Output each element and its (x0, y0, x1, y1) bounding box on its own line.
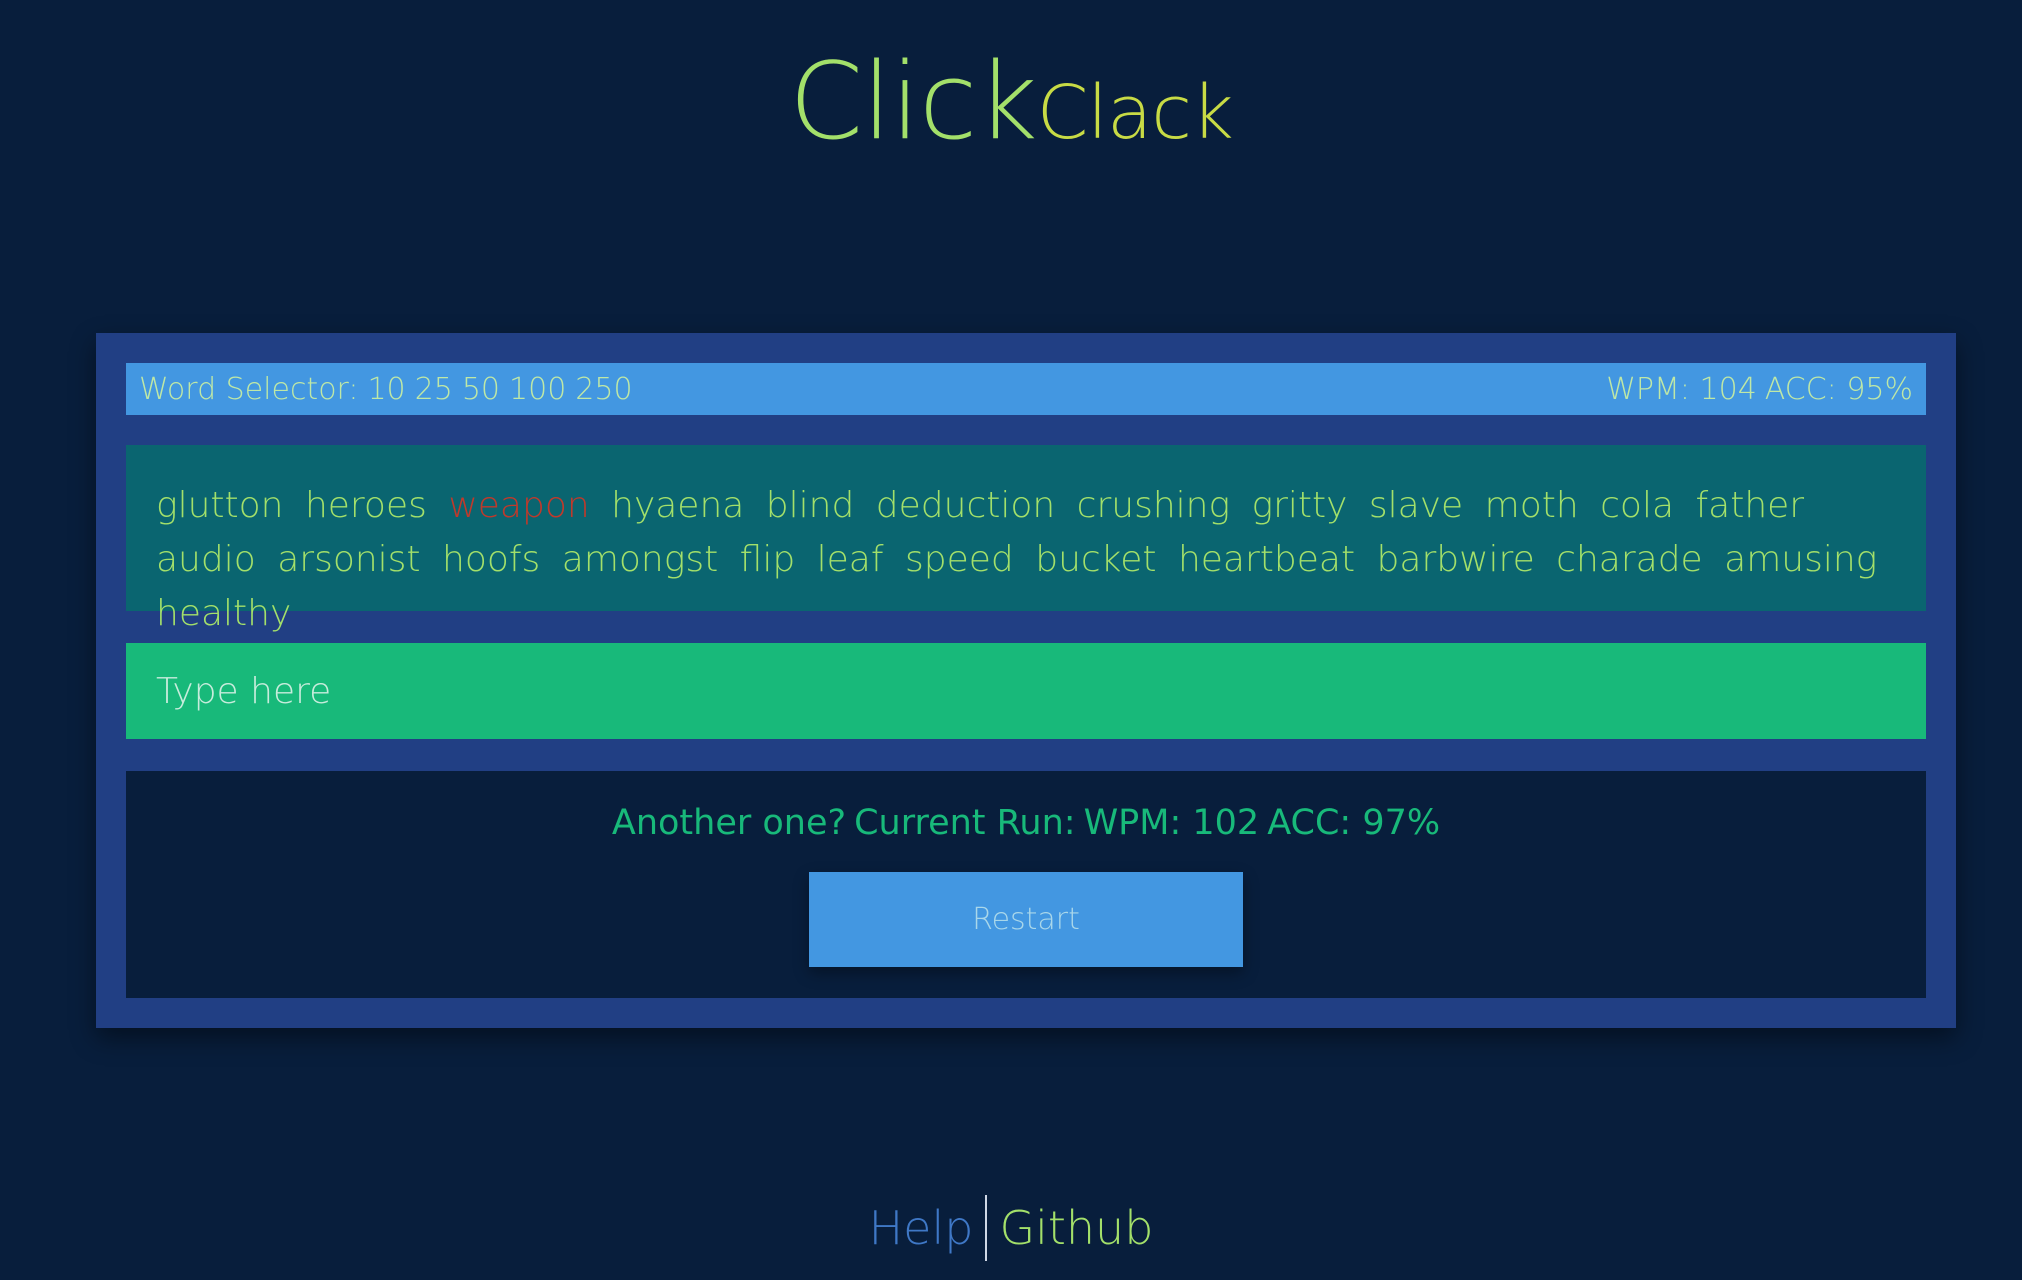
word: crushing (1076, 485, 1231, 526)
help-link[interactable]: Help (869, 1201, 986, 1255)
overall-acc: ACC: 95% (1764, 371, 1913, 407)
current-run-label: Current Run: (854, 803, 1076, 843)
word: cola (1600, 485, 1675, 526)
word-option-25[interactable]: 25 (415, 372, 453, 407)
word: glutton (156, 485, 284, 526)
top-bar: Word Selector: 10 25 50 100 250 WPM: 104… (126, 363, 1926, 415)
word: leaf (816, 539, 884, 580)
word: slave (1368, 485, 1464, 526)
word: father (1695, 485, 1805, 526)
word: bucket (1035, 539, 1157, 580)
word-option-10[interactable]: 10 (367, 372, 405, 407)
word-selector: Word Selector: 10 25 50 100 250 (139, 372, 633, 407)
word: deduction (875, 485, 1056, 526)
word-display: glutton heroes weapon hyaena blind deduc… (126, 445, 1926, 634)
result-box: Another one? Current Run: WPM: 102 ACC: 97%… (126, 771, 1926, 998)
word: gritty (1251, 485, 1348, 526)
logo-clack: Clack (1036, 70, 1234, 156)
word: amongst (561, 539, 719, 580)
word: speed (905, 539, 1014, 580)
page: ClickClack Word Selector: 10 25 50 100 2… (0, 0, 2022, 1280)
word: heroes (304, 485, 427, 526)
app-logo: ClickClack (0, 40, 2022, 163)
word: healthy (156, 593, 292, 634)
current-run-acc: ACC: 97% (1267, 803, 1441, 843)
word: heartbeat (1177, 539, 1356, 580)
restart-button[interactable]: Restart (809, 872, 1243, 967)
word-error: weapon (448, 485, 590, 526)
word-option-100[interactable]: 100 (509, 372, 566, 407)
word: amusing (1724, 539, 1878, 580)
word: hoofs (442, 539, 541, 580)
word: moth (1484, 485, 1579, 526)
overall-stats: WPM: 104 ACC: 95% (1598, 372, 1913, 407)
word: barbwire (1376, 539, 1535, 580)
word-selector-label: Word Selector: (139, 371, 359, 407)
word: charade (1556, 539, 1703, 580)
github-link[interactable]: Github (987, 1201, 1153, 1255)
another-one-prompt: Another one? (611, 803, 847, 843)
word-option-250[interactable]: 250 (575, 372, 632, 407)
word: blind (765, 485, 855, 526)
typing-panel: Word Selector: 10 25 50 100 250 WPM: 104… (96, 333, 1956, 1028)
logo-click: Click (789, 40, 1038, 163)
word: hyaena (611, 485, 745, 526)
current-run-wpm: WPM: 102 (1083, 803, 1260, 843)
current-run-summary: Another one? Current Run: WPM: 102 ACC: 97% (126, 803, 1926, 843)
word: audio (156, 539, 256, 580)
typing-input[interactable] (126, 643, 1926, 739)
word: arsonist (277, 539, 421, 580)
footer: Help Github (0, 1195, 2022, 1261)
word: flip (739, 539, 796, 580)
word-option-50[interactable]: 50 (462, 372, 500, 407)
overall-wpm: WPM: 104 (1606, 371, 1757, 407)
